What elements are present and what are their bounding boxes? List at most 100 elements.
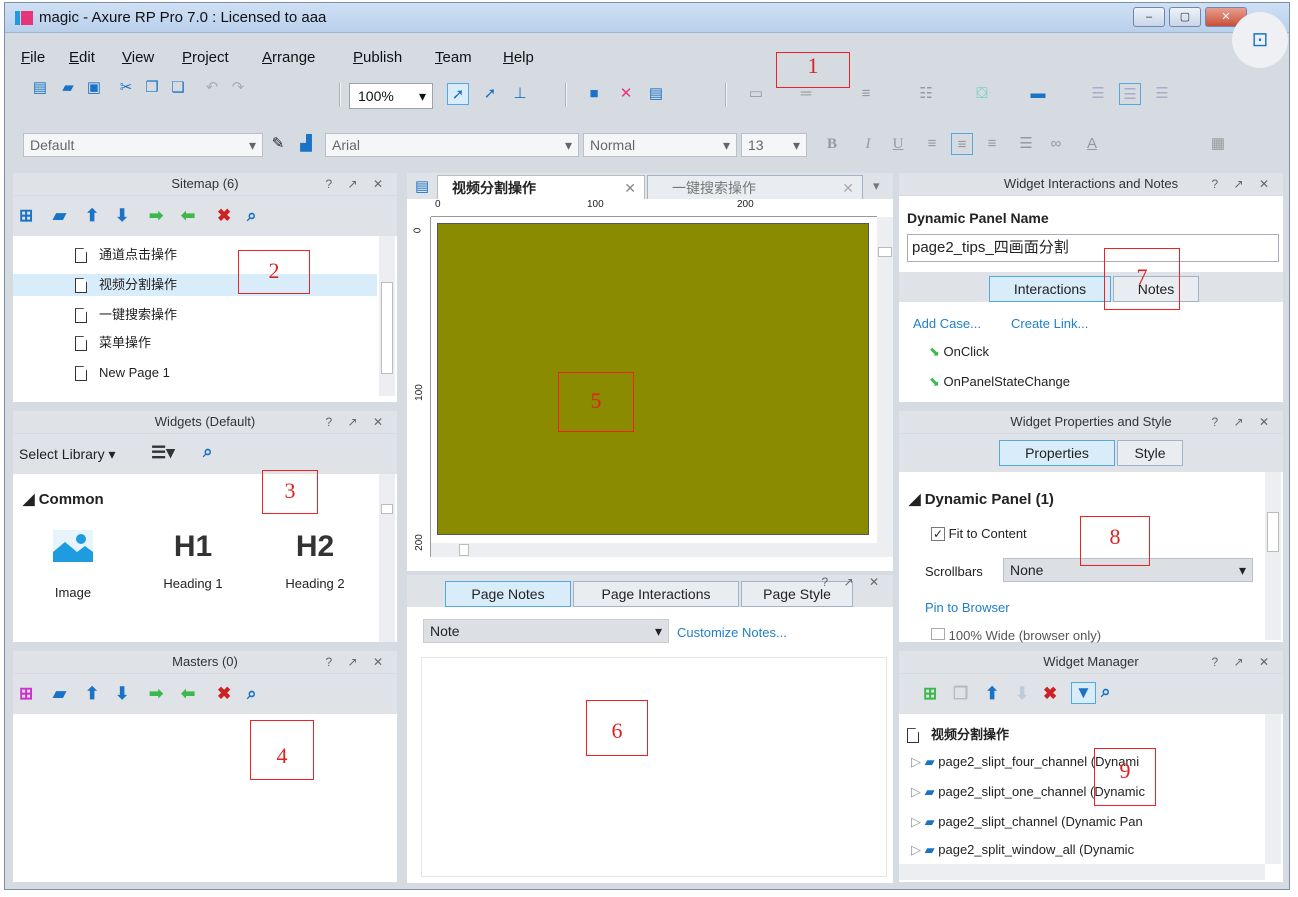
search-icon[interactable]: ⌕ [1101, 682, 1111, 702]
search-icon[interactable]: ⌕ [247, 206, 257, 226]
select-library-dropdown[interactable]: Select Library ▾ [19, 446, 116, 463]
tab-interactions[interactable]: Interactions [989, 276, 1111, 302]
tree-item[interactable]: ▷ ▰ page2_split_window_all (Dynamic [911, 842, 1251, 858]
menu-icon[interactable]: ☰▾ [151, 443, 175, 463]
tab-page-active[interactable]: 视频分割操作 ✕ [437, 175, 645, 201]
page-item-selected[interactable]: 视频分割操作 [13, 274, 377, 296]
tab-page-notes[interactable]: Page Notes [445, 581, 571, 607]
tree-root[interactable]: 视频分割操作 [907, 724, 1009, 744]
scroll-thumb[interactable] [1267, 512, 1279, 552]
undo-icon[interactable]: ↶ [201, 77, 223, 99]
style-edit-icon[interactable]: ✎ [267, 133, 289, 155]
preview-icon[interactable]: ■ [583, 83, 605, 105]
menu-edit[interactable]: Edit [69, 49, 95, 66]
padding-icon[interactable]: ▦ [1207, 133, 1229, 155]
scroll-thumb[interactable] [878, 247, 892, 257]
save-icon[interactable]: ▣ [83, 77, 105, 99]
canvas-hscroll[interactable] [431, 543, 877, 557]
menu-file[interactable]: File [21, 49, 45, 66]
dynamic-panel-name-input[interactable]: page2_tips_四画面分割 [907, 234, 1279, 262]
menu-publish[interactable]: Publish [353, 49, 402, 66]
align-center-text-icon[interactable]: ≡ [951, 133, 973, 155]
page-item[interactable]: 一键搜索操作 [13, 304, 377, 326]
panel-controls[interactable]: ? ↗ ✕ [1212, 651, 1275, 673]
page-item[interactable]: 通道点击操作 [13, 244, 377, 266]
page-item[interactable]: 菜单操作 [13, 332, 377, 354]
publish-icon[interactable]: ▤ [645, 83, 667, 105]
bold-button[interactable]: B [821, 133, 843, 155]
add-page-icon[interactable]: ⊞ [19, 206, 33, 226]
underline-button[interactable]: U [887, 133, 909, 155]
add-folder-icon[interactable]: ▰ [53, 206, 66, 226]
align-icon[interactable]: ☰ [1087, 83, 1109, 105]
format-painter-icon[interactable]: ▟ [295, 133, 317, 155]
bullets-icon[interactable]: ☰ [1015, 133, 1037, 155]
font-color-icon[interactable]: A [1081, 133, 1103, 155]
fill-color-icon[interactable]: ▭ [745, 83, 767, 105]
link-icon[interactable]: ∞ [1045, 133, 1067, 155]
widget-image[interactable]: Image [23, 530, 123, 610]
panel-controls[interactable]: ? ↗ ✕ [326, 411, 389, 433]
tree-item[interactable]: ▷ ▰ page2_slipt_one_channel (Dynamic [911, 784, 1251, 800]
search-icon[interactable]: ⌕ [203, 442, 213, 462]
dynamic-panel-widget[interactable] [437, 223, 869, 535]
minimize-button[interactable]: – [1133, 7, 1165, 27]
customize-notes-link[interactable]: Customize Notes... [677, 625, 787, 640]
scroll-thumb[interactable] [381, 504, 393, 514]
sitemap-scrollbar[interactable] [379, 236, 395, 396]
select-intersect-icon[interactable]: ➚ [447, 83, 469, 105]
fit-to-content-checkbox[interactable]: ✓ Fit to Content [931, 526, 1027, 541]
line-pattern-icon[interactable]: ☷ [915, 83, 937, 105]
panel-controls[interactable]: ? ↗ ✕ [326, 173, 389, 195]
tree-item[interactable]: ▷ ▰ page2_slipt_four_channel (Dynami [911, 754, 1251, 770]
select-contain-icon[interactable]: ➚ [479, 83, 501, 105]
style-select[interactable]: Default ▾ [23, 133, 263, 157]
widget-manager-scrollbar[interactable] [1265, 714, 1281, 864]
dynamic-panel-section[interactable]: ◢ Dynamic Panel (1) [909, 490, 1054, 508]
delete-icon[interactable]: ✖ [217, 206, 231, 226]
widgets-scrollbar[interactable] [379, 474, 395, 642]
maximize-button[interactable]: ▢ [1169, 7, 1201, 27]
tab-style[interactable]: Style [1117, 440, 1183, 466]
panel-controls[interactable]: ? ↗ ✕ [326, 651, 389, 673]
canvas-vscroll[interactable] [877, 217, 893, 557]
line-style-icon[interactable]: ≡ [855, 83, 877, 105]
delete-icon[interactable]: ✖ [1043, 684, 1057, 704]
widget-manager-hscroll[interactable] [899, 864, 1265, 880]
panel-controls[interactable]: ? ↗ ✕ [1212, 173, 1275, 195]
copy-icon[interactable]: ❐ [141, 77, 163, 99]
panel-controls[interactable]: ? ↗ ✕ [822, 575, 885, 589]
move-up-icon[interactable]: ⬆ [85, 684, 99, 704]
redo-icon[interactable]: ↷ [227, 77, 249, 99]
notes-textarea[interactable] [421, 657, 887, 877]
menu-project[interactable]: Project [182, 49, 229, 66]
scroll-thumb[interactable] [459, 544, 469, 556]
move-down-icon[interactable]: ⬇ [1015, 684, 1029, 704]
menu-team[interactable]: Team [435, 49, 472, 66]
widget-heading2[interactable]: H2 Heading 2 [265, 530, 365, 610]
filter-icon[interactable]: ▼ [1071, 682, 1096, 704]
widget-group-header[interactable]: ◢ Common [23, 490, 104, 508]
widget-heading1[interactable]: H1 Heading 1 [143, 530, 243, 610]
font-size-select[interactable]: 13 ▾ [741, 133, 807, 157]
align-center-icon[interactable]: ☰ [1119, 83, 1141, 105]
menu-view[interactable]: View [122, 49, 154, 66]
open-icon[interactable]: ▰ [57, 77, 79, 99]
tab-page-interactions[interactable]: Page Interactions [573, 581, 739, 607]
add-case-link[interactable]: Add Case... [913, 316, 981, 331]
menu-help[interactable]: Help [503, 49, 534, 66]
add-master-icon[interactable]: ⊞ [19, 684, 33, 704]
event-onclick[interactable]: ⬊ OnClick [929, 344, 989, 360]
align-left-icon[interactable]: ≡ [921, 133, 943, 155]
close-tab-icon[interactable]: ✕ [842, 176, 854, 200]
screenshot-capture-icon[interactable]: ⊡ [1232, 12, 1288, 68]
indent-icon[interactable]: ➡ [149, 206, 163, 226]
move-down-icon[interactable]: ⬇ [115, 684, 129, 704]
font-select[interactable]: Arial ▾ [325, 133, 579, 157]
indent-icon[interactable]: ➡ [149, 684, 163, 704]
wide-checkbox[interactable]: 100% Wide (browser only) [931, 628, 1101, 643]
move-up-icon[interactable]: ⬆ [985, 684, 999, 704]
page-item[interactable]: New Page 1 [13, 362, 377, 384]
move-up-icon[interactable]: ⬆ [85, 206, 99, 226]
note-type-select[interactable]: Note ▾ [423, 619, 669, 643]
